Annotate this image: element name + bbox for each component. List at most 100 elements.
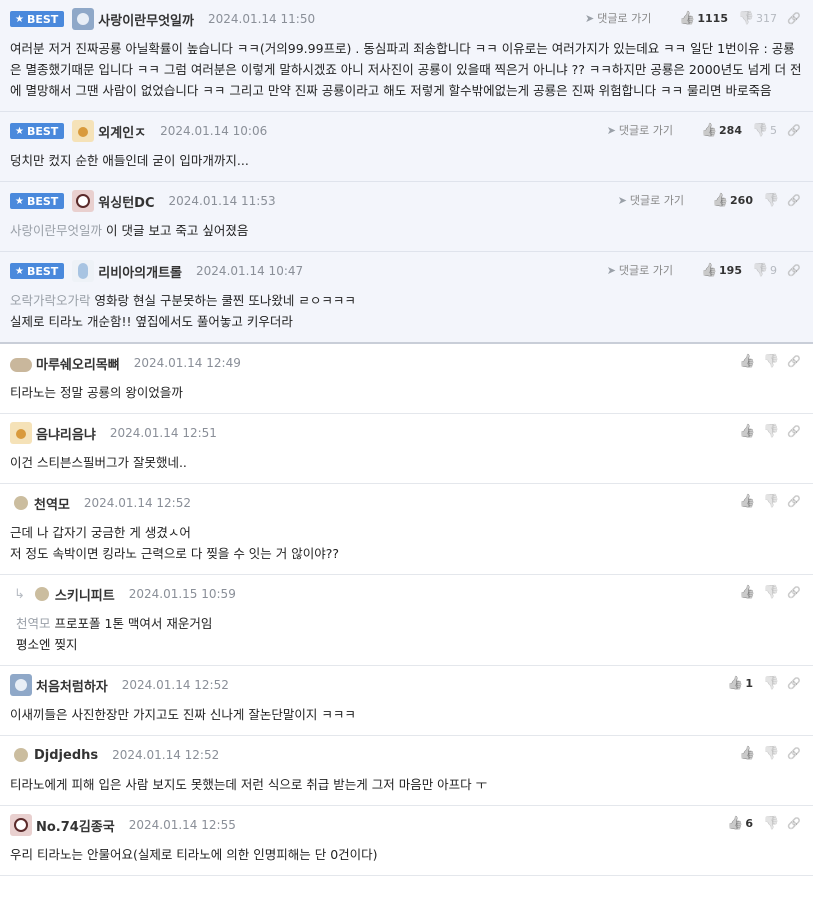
comment-actions: ➤ 댓글로 가기 👍 195 👎 9 🔗 (607, 262, 801, 278)
comment-body: 사랑이란무엇일까 이 댓글 보고 죽고 싶어졌음 (10, 220, 803, 241)
upvote-button[interactable]: 👍 (739, 354, 755, 369)
link-button[interactable]: 🔗 (787, 194, 801, 207)
nickname[interactable]: 천역모 (34, 494, 70, 513)
thumbs-down-icon: 👎 (763, 816, 780, 831)
mention-nickname[interactable]: 천역모 (16, 616, 51, 631)
nickname[interactable]: 외계인ㅈ (98, 122, 146, 141)
comment-text: 근데 나 갑자기 궁금한 게 생겼ㅅ어 (10, 525, 191, 540)
comment-text-line: 티라노는 정말 공룡의 왕이었을까 (10, 382, 803, 403)
avatar[interactable] (10, 358, 32, 372)
downvote-button[interactable]: 👎 (763, 746, 779, 761)
thumbs-up-icon: 👍 (739, 746, 756, 761)
avatar[interactable] (34, 587, 49, 601)
link-button[interactable]: 🔗 (787, 124, 801, 137)
comment-actions: 👍 👎 🔗 (729, 585, 801, 600)
comment-item: 처음처럼하자 2024.01.14 12:52 👍 1 👎 🔗 이새끼들은 사진한장만 가지… (0, 666, 813, 736)
upvote-count: 284 (719, 123, 742, 137)
thumbs-down-icon: 👎 (752, 122, 769, 138)
comment-date: 2024.01.14 12:51 (109, 426, 217, 440)
link-icon: 🔗 (787, 355, 801, 368)
avatar[interactable] (14, 748, 28, 762)
avatar[interactable] (72, 8, 95, 30)
star-icon: ★ (15, 125, 24, 137)
upvote-button[interactable]: 👍 (739, 746, 756, 761)
comment-body: 우리 티라노는 안물어요(실제로 티라노에 의한 인명피해는 단 0건이다) (10, 844, 803, 865)
upvote-button[interactable]: 👍 (739, 585, 755, 600)
downvote-button[interactable]: 👎 (763, 424, 779, 439)
upvote-button[interactable]: 👍 284 (701, 123, 742, 138)
comment-body: 여러분 저거 진짜공룡 아닐확률이 높습니다 ㅋㅋ(거의99.99프로) . 동… (10, 38, 803, 101)
avatar[interactable] (10, 674, 32, 696)
downvote-button[interactable]: 👎 (763, 816, 780, 831)
upvote-button[interactable]: 👍 1 (727, 676, 753, 691)
goto-comment-link[interactable]: ➤ 댓글로 가기 (618, 192, 684, 208)
best-label: BEST (26, 124, 59, 138)
mention-nickname[interactable]: 사랑이란무엇일까 (10, 223, 102, 238)
nickname[interactable]: 사랑이란무엇일까 (98, 10, 194, 29)
downvote-button[interactable]: 👎 (763, 585, 779, 600)
comment-item: ★ BEST 리비아의개트롤 2024.01.14 10:47 ➤ 댓글로 가기 👍 195 👎… (0, 252, 813, 344)
link-button[interactable]: 🔗 (787, 817, 801, 830)
comment-actions: ➤ 댓글로 가기 👍 260 👎 🔗 (618, 192, 801, 208)
link-button[interactable]: 🔗 (787, 355, 801, 368)
comment-text-line: 평소엔 찢지 (16, 634, 803, 655)
link-button[interactable]: 🔗 (787, 12, 801, 25)
thumbs-down-icon: 👎 (763, 494, 780, 509)
nickname[interactable]: 스키니피트 (55, 585, 115, 604)
thumbs-down-icon: 👎 (752, 262, 769, 278)
nickname[interactable]: Djdjedhs (34, 748, 98, 763)
downvote-button[interactable]: 👎 (763, 494, 780, 509)
downvote-button[interactable]: 👎 (763, 354, 780, 369)
nickname[interactable]: 워싱턴DC (98, 192, 154, 211)
star-icon: ★ (15, 265, 24, 277)
link-button[interactable]: 🔗 (787, 677, 801, 690)
downvote-button[interactable]: 👎 9 (752, 263, 777, 278)
comment-date: 2024.01.14 12:55 (128, 818, 236, 832)
best-badge: ★ BEST (10, 123, 65, 139)
avatar[interactable] (72, 190, 95, 212)
comment-actions: ➤ 댓글로 가기 👍 284 👎 5 🔗 (607, 122, 801, 138)
avatar[interactable] (10, 422, 32, 444)
upvote-button[interactable]: 👍 260 (712, 193, 753, 208)
goto-comment-link[interactable]: ➤ 댓글로 가기 (607, 262, 673, 278)
link-button[interactable]: 🔗 (787, 586, 801, 599)
link-button[interactable]: 🔗 (787, 425, 801, 438)
comment-text-line: 덩치만 컸지 순한 애들인데 굳이 입마개까지... (10, 150, 803, 171)
downvote-button[interactable]: 👎 (763, 193, 779, 208)
comment-body: 근데 나 갑자기 궁금한 게 생겼ㅅ어저 정도 속박이면 킹라노 근력으로 다 … (10, 522, 803, 564)
nickname[interactable]: 리비아의개트롤 (98, 262, 182, 281)
mention-nickname[interactable]: 오락가락오가락 (10, 293, 91, 308)
avatar[interactable] (72, 120, 95, 142)
avatar[interactable] (14, 496, 28, 510)
comment-body: 티라노에게 피해 입은 사람 보지도 못했는데 저런 식으로 취급 받는게 그저… (10, 774, 803, 795)
comment-text-line: 저 정도 속박이면 킹라노 근력으로 다 찢을 수 잇는 거 않이야?? (10, 543, 803, 564)
upvote-count: 1115 (697, 11, 728, 25)
comment-header: 천역모 2024.01.14 12:52 (10, 492, 803, 514)
comment-text: 여러분 저거 진짜공룡 아닐확률이 높습니다 ㅋㅋ(거의99.99프로) . 동… (10, 41, 802, 98)
link-button[interactable]: 🔗 (787, 264, 801, 277)
upvote-button[interactable]: 👍 (739, 494, 755, 509)
thumbs-down-icon: 👎 (763, 354, 780, 369)
upvote-button[interactable]: 👍 (739, 424, 755, 439)
link-icon: 🔗 (787, 425, 801, 438)
goto-comment-link[interactable]: ➤ 댓글로 가기 (607, 122, 673, 138)
nickname[interactable]: No.74김종국 (36, 816, 115, 835)
link-button[interactable]: 🔗 (787, 747, 801, 760)
downvote-button[interactable]: 👎 (763, 676, 779, 691)
nickname[interactable]: 음냐리음냐 (36, 424, 96, 443)
avatar[interactable] (10, 814, 32, 836)
comment-item: 천역모 2024.01.14 12:52 👍 👎 🔗 근데 나 갑자기 궁금한 게 생겼ㅅ… (0, 484, 813, 575)
comment-actions: 👍 👎 🔗 (729, 746, 801, 761)
comment-text: 티라노는 정말 공룡의 왕이었을까 (10, 385, 183, 400)
avatar[interactable] (72, 260, 95, 282)
upvote-button[interactable]: 👍 6 (727, 816, 753, 831)
nickname[interactable]: 처음처럼하자 (36, 676, 108, 695)
upvote-count: 260 (730, 193, 753, 207)
downvote-button[interactable]: 👎 317 (738, 11, 777, 26)
upvote-button[interactable]: 👍 195 (701, 263, 742, 278)
upvote-button[interactable]: 👍 1115 (679, 11, 728, 26)
nickname[interactable]: 마루쉐오리목뼈 (36, 354, 120, 373)
downvote-button[interactable]: 👎 5 (752, 123, 777, 138)
goto-comment-link[interactable]: ➤ 댓글로 가기 (585, 10, 651, 26)
link-button[interactable]: 🔗 (787, 495, 801, 508)
